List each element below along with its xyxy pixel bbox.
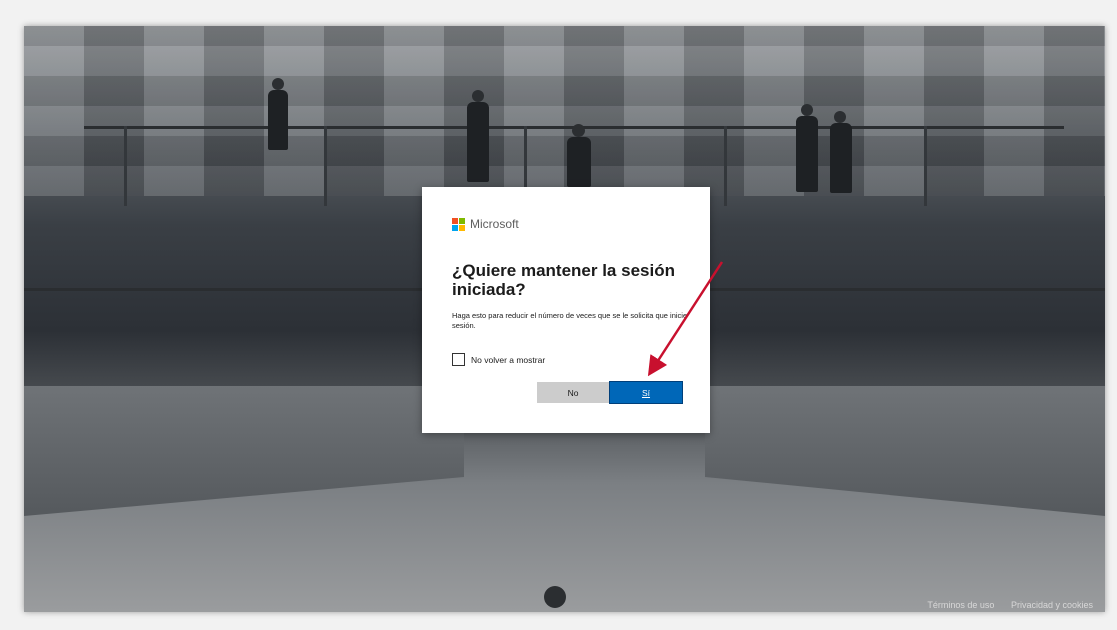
stay-signed-in-dialog: Microsoft ¿Quiere mantener la sesión ini… bbox=[422, 187, 710, 433]
floor-pattern bbox=[24, 26, 1105, 196]
dialog-title: ¿Quiere mantener la sesión iniciada? bbox=[452, 261, 675, 299]
person-silhouette bbox=[567, 137, 591, 187]
railing-post bbox=[924, 126, 927, 206]
no-button[interactable]: No bbox=[537, 382, 609, 403]
brand-name: Microsoft bbox=[470, 217, 519, 231]
person-head bbox=[272, 78, 284, 90]
person-silhouette bbox=[268, 90, 288, 150]
person-silhouette bbox=[796, 116, 818, 192]
railing-post bbox=[324, 126, 327, 206]
dialog-description: Haga esto para reducir el número de vece… bbox=[452, 311, 688, 330]
dont-show-again-option[interactable]: No volver a mostrar bbox=[452, 353, 545, 366]
person-head bbox=[472, 90, 484, 102]
person-head bbox=[544, 586, 566, 608]
checkbox-icon[interactable] bbox=[452, 353, 465, 366]
person-head bbox=[572, 124, 585, 137]
person-head bbox=[801, 104, 813, 116]
microsoft-logo-icon bbox=[452, 217, 465, 231]
person-head bbox=[834, 111, 846, 123]
yes-button[interactable]: Sí bbox=[609, 381, 683, 404]
privacy-link[interactable]: Privacidad y cookies bbox=[1011, 600, 1093, 610]
person-silhouette bbox=[467, 102, 489, 182]
mezzanine-right bbox=[705, 386, 1105, 516]
railing-post bbox=[724, 126, 727, 206]
checkbox-label: No volver a mostrar bbox=[471, 354, 546, 365]
terms-link[interactable]: Términos de uso bbox=[927, 600, 994, 610]
railing-post bbox=[124, 126, 127, 206]
mezzanine-left bbox=[24, 386, 464, 516]
person-silhouette bbox=[830, 123, 852, 193]
page-footer: Términos de uso Privacidad y cookies bbox=[913, 600, 1093, 610]
brand: Microsoft bbox=[452, 217, 519, 231]
